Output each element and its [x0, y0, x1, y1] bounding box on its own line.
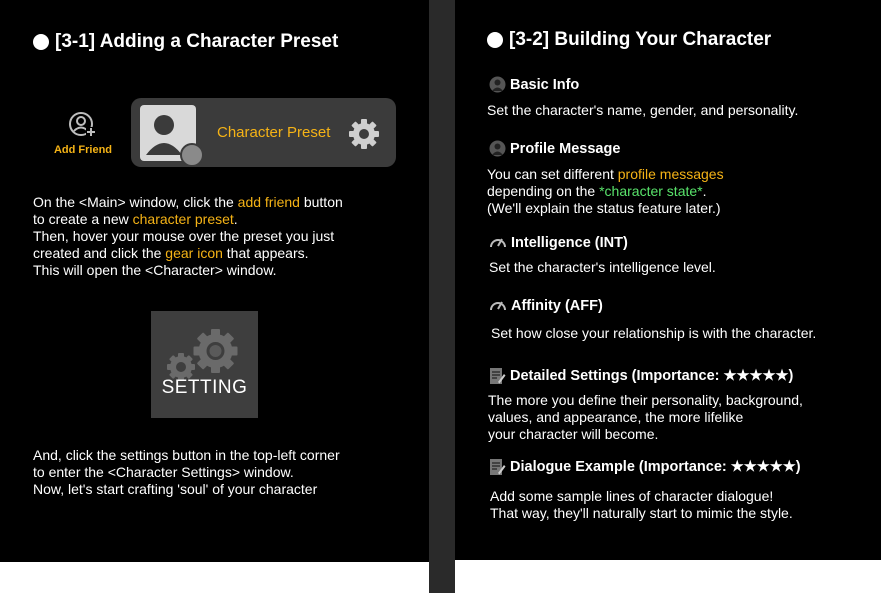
para1-line5: This will open the <Character> window.	[33, 262, 277, 278]
add-friend-icon	[69, 112, 96, 137]
profile-line2: depending on the *character state*.	[487, 183, 707, 199]
setting-button[interactable]: SETTING	[151, 311, 258, 418]
para2-line2: to enter the <Character Settings> window…	[33, 464, 294, 480]
add-friend-label: Add Friend	[53, 144, 113, 156]
settings-gears-icon	[167, 329, 238, 381]
detailed-line1: The more you define their personality, b…	[488, 392, 803, 408]
para2-line3: Now, let's start crafting 'soul' of your…	[33, 481, 318, 497]
setting-label: SETTING	[161, 377, 248, 398]
instruction-paragraph-2: And, click the settings button in the to…	[33, 447, 340, 498]
intelligence-heading: Intelligence (INT)	[489, 234, 628, 251]
status-badge	[180, 143, 204, 167]
gauge-icon	[490, 238, 506, 248]
dialogue-line1: Add some sample lines of character dialo…	[490, 488, 774, 504]
left-panel: [3-1] Adding a Character Preset Add Frie…	[0, 0, 429, 562]
profile-message-heading: Profile Message	[489, 140, 620, 157]
affinity-text: Set how close your relationship is with …	[491, 325, 817, 341]
character-preset-card[interactable]: Character Preset	[131, 98, 396, 167]
user-icon	[489, 140, 506, 157]
para2-line1: And, click the settings button in the to…	[33, 447, 340, 463]
para1-line4: created and click the gear icon that app…	[33, 245, 309, 261]
left-heading: [3-1] Adding a Character Preset	[33, 31, 338, 53]
basic-info-heading: Basic Info	[489, 76, 579, 93]
dialogue-line2: That way, they'll naturally start to mim…	[490, 505, 793, 521]
gear-icon[interactable]	[347, 117, 381, 151]
notepad-icon	[490, 368, 506, 384]
bullet-icon	[33, 34, 49, 50]
profile-message-text: You can set different profile messages d…	[487, 166, 724, 217]
detailed-line3: your character will become.	[488, 426, 659, 442]
dialogue-example-heading: Dialogue Example (Importance: ★★★★★)	[488, 458, 801, 476]
preset-label: Character Preset	[217, 124, 331, 141]
para1-line3: Then, hover your mouse over the preset y…	[33, 228, 335, 244]
para1-line1: On the <Main> window, click the add frie…	[33, 194, 343, 210]
gauge-icon	[490, 301, 506, 311]
notepad-icon	[490, 459, 506, 475]
panel-divider	[429, 0, 455, 593]
para1-line2: to create a new character preset.	[33, 211, 238, 227]
user-icon	[489, 76, 506, 93]
profile-line1: You can set different profile messages	[487, 166, 724, 182]
bullet-icon	[487, 32, 503, 48]
profile-line3: (We'll explain the status feature later.…	[487, 200, 721, 216]
affinity-heading: Affinity (AFF)	[489, 297, 603, 314]
add-friend-button[interactable]: Add Friend	[52, 110, 114, 156]
intelligence-text: Set the character's intelligence level.	[489, 259, 716, 275]
dialogue-example-text: Add some sample lines of character dialo…	[490, 488, 793, 522]
right-panel: [3-2] Building Your Character Basic Info…	[455, 0, 881, 560]
detailed-settings-text: The more you define their personality, b…	[488, 392, 803, 443]
detailed-settings-heading: Detailed Settings (Importance: ★★★★★)	[488, 367, 793, 385]
basic-info-text: Set the character's name, gender, and pe…	[487, 102, 799, 118]
detailed-line2: values, and appearance, the more lifelik…	[488, 409, 744, 425]
instruction-paragraph-1: On the <Main> window, click the add frie…	[33, 194, 343, 279]
right-heading: [3-2] Building Your Character	[487, 29, 771, 51]
